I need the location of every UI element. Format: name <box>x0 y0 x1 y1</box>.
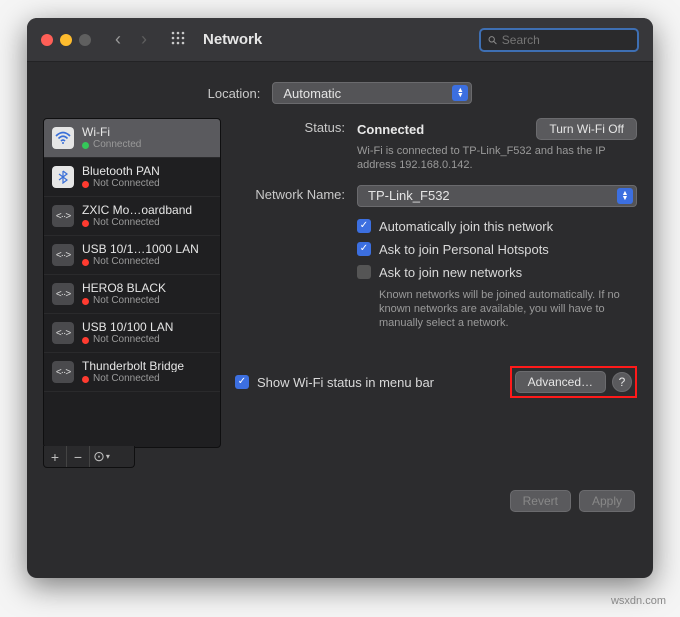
add-interface-button[interactable]: + <box>44 446 67 467</box>
sidebar-item-usb-10-1-1000-lan[interactable]: <··> USB 10/1…1000 LAN Not Connected <box>44 236 220 275</box>
net-icon: <··> <box>52 322 74 344</box>
interface-status: Connected <box>82 140 141 150</box>
auto-join-label: Automatically join this network <box>379 219 553 234</box>
location-popup[interactable]: Automatic ▲▼ <box>272 82 472 104</box>
interface-name: Wi-Fi <box>82 126 141 138</box>
window-title: Network <box>203 31 262 48</box>
sidebar-item-thunderbolt-bridge[interactable]: <··> Thunderbolt Bridge Not Connected <box>44 353 220 392</box>
ask-new-row[interactable]: Ask to join new networks <box>357 265 637 280</box>
advanced-highlight: Advanced… ? <box>510 366 637 398</box>
chevron-updown-icon: ▲▼ <box>617 188 633 204</box>
preferences-window: ‹ › Network Location: Automatic ▲▼ Wi-Fi… <box>27 18 653 578</box>
ask-hotspots-checkbox[interactable] <box>357 242 371 256</box>
actions-menu-button[interactable]: ⊙▾ <box>90 446 113 467</box>
status-dot-icon <box>82 298 89 305</box>
interface-name: USB 10/100 LAN <box>82 321 173 333</box>
status-dot-icon <box>82 142 89 149</box>
remove-interface-button[interactable]: − <box>67 446 90 467</box>
sidebar-item-bluetooth-pan[interactable]: Bluetooth PAN Not Connected <box>44 158 220 197</box>
interface-status: Not Connected <box>82 335 173 345</box>
location-value: Automatic <box>283 86 341 101</box>
apply-button[interactable]: Apply <box>579 490 635 512</box>
advanced-button[interactable]: Advanced… <box>515 371 606 393</box>
sidebar-tools: + − ⊙▾ <box>43 446 135 468</box>
auto-join-row[interactable]: Automatically join this network <box>357 219 637 234</box>
bt-icon <box>52 166 74 188</box>
search-field[interactable] <box>479 28 639 52</box>
net-icon: <··> <box>52 283 74 305</box>
interface-status: Not Connected <box>82 179 160 189</box>
sidebar-item-usb-10-100-lan[interactable]: <··> USB 10/100 LAN Not Connected <box>44 314 220 353</box>
network-name-value: TP-Link_F532 <box>368 188 450 203</box>
interface-status: Not Connected <box>82 374 184 384</box>
interface-name: ZXIC Mo…oardband <box>82 204 192 216</box>
forward-button[interactable]: › <box>135 29 153 50</box>
status-dot-icon <box>82 376 89 383</box>
minimize-icon[interactable] <box>60 34 72 46</box>
status-dot-icon <box>82 181 89 188</box>
auto-join-checkbox[interactable] <box>357 219 371 233</box>
location-label: Location: <box>208 86 261 101</box>
status-label: Status: <box>235 118 345 135</box>
status-value: Connected <box>357 122 424 137</box>
show-all-icon[interactable] <box>171 31 185 48</box>
wifi-icon <box>52 127 74 149</box>
status-dot-icon <box>82 259 89 266</box>
titlebar: ‹ › Network <box>27 18 653 62</box>
show-menubar-label: Show Wi-Fi status in menu bar <box>257 375 434 390</box>
back-button[interactable]: ‹ <box>109 29 127 50</box>
interface-name: USB 10/1…1000 LAN <box>82 243 199 255</box>
interface-status: Not Connected <box>82 296 166 306</box>
status-dot-icon <box>82 337 89 344</box>
main-panel: Status: Connected Turn Wi-Fi Off Wi-Fi i… <box>235 118 637 468</box>
interface-status: Not Connected <box>82 257 199 267</box>
close-icon[interactable] <box>41 34 53 46</box>
chevron-updown-icon: ▲▼ <box>452 85 468 101</box>
ask-new-checkbox[interactable] <box>357 265 371 279</box>
interface-name: Thunderbolt Bridge <box>82 360 184 372</box>
sidebar-item-hero8-black[interactable]: <··> HERO8 BLACK Not Connected <box>44 275 220 314</box>
interface-name: Bluetooth PAN <box>82 165 160 177</box>
status-dot-icon <box>82 220 89 227</box>
turn-wifi-off-button[interactable]: Turn Wi-Fi Off <box>536 118 637 140</box>
interfaces-list: Wi-Fi Connected Bluetooth PAN Not Connected… <box>43 118 221 448</box>
search-input[interactable] <box>502 33 631 47</box>
zoom-icon[interactable] <box>79 34 91 46</box>
help-button[interactable]: ? <box>612 372 632 392</box>
search-icon <box>487 34 498 46</box>
interface-status: Not Connected <box>82 218 192 228</box>
watermark: wsxdn.com <box>611 595 666 607</box>
ask-new-description: Known networks will be joined automatica… <box>379 288 629 331</box>
ask-hotspots-label: Ask to join Personal Hotspots <box>379 242 549 257</box>
sidebar-item-zxic-mo-oardband[interactable]: <··> ZXIC Mo…oardband Not Connected <box>44 197 220 236</box>
interface-name: HERO8 BLACK <box>82 282 166 294</box>
show-menubar-checkbox[interactable] <box>235 375 249 389</box>
status-description: Wi-Fi is connected to TP-Link_F532 and h… <box>357 144 607 173</box>
sidebar: Wi-Fi Connected Bluetooth PAN Not Connected… <box>43 118 221 468</box>
bottom-buttons: Revert Apply <box>27 480 653 526</box>
net-icon: <··> <box>52 244 74 266</box>
ask-hotspots-row[interactable]: Ask to join Personal Hotspots <box>357 242 637 257</box>
network-name-popup[interactable]: TP-Link_F532 ▲▼ <box>357 185 637 207</box>
sidebar-item-wi-fi[interactable]: Wi-Fi Connected <box>44 119 220 158</box>
network-name-label: Network Name: <box>235 185 345 202</box>
traffic-lights <box>41 34 91 46</box>
ask-new-label: Ask to join new networks <box>379 265 522 280</box>
net-icon: <··> <box>52 205 74 227</box>
net-icon: <··> <box>52 361 74 383</box>
location-row: Location: Automatic ▲▼ <box>27 62 653 118</box>
revert-button[interactable]: Revert <box>510 490 571 512</box>
